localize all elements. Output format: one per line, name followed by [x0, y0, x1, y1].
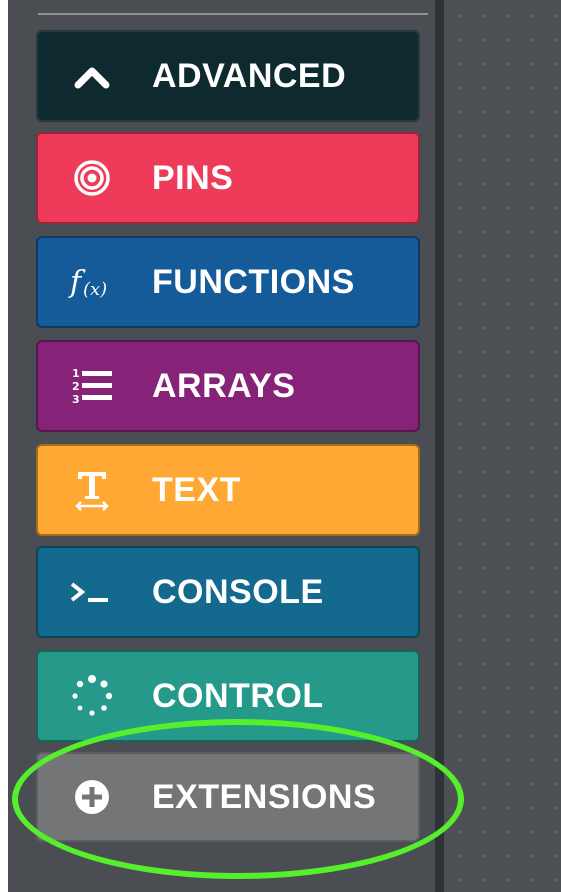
editor-frame: ADVANCED PINS f (x) FUNCTIONS 1 2 3 ARRA…: [0, 0, 561, 892]
svg-text:2: 2: [72, 380, 80, 393]
workspace-canvas[interactable]: [444, 0, 561, 892]
toolbox-divider: [38, 13, 428, 15]
category-label: TEXT: [152, 470, 241, 509]
chevron-up-icon: [68, 52, 116, 100]
target-icon: [68, 154, 116, 202]
category-label: ARRAYS: [152, 366, 296, 405]
spinner-icon: [68, 672, 116, 720]
category-label: FUNCTIONS: [152, 262, 355, 301]
category-arrays[interactable]: 1 2 3 ARRAYS: [36, 340, 420, 432]
category-label: ADVANCED: [152, 56, 347, 95]
category-control[interactable]: CONTROL: [36, 650, 420, 742]
category-extensions[interactable]: EXTENSIONS: [36, 752, 420, 842]
function-icon: f (x): [68, 258, 116, 306]
terminal-icon: [68, 568, 116, 616]
svg-text:(x): (x): [83, 279, 107, 300]
numbered-list-icon: 1 2 3: [68, 362, 116, 410]
category-pins[interactable]: PINS: [36, 132, 420, 224]
category-advanced[interactable]: ADVANCED: [36, 30, 420, 122]
svg-text:3: 3: [72, 393, 80, 406]
panel-separator[interactable]: [435, 0, 444, 892]
category-label: CONSOLE: [152, 572, 324, 611]
category-label: EXTENSIONS: [152, 777, 377, 816]
text-size-icon: [68, 466, 116, 514]
category-console[interactable]: CONSOLE: [36, 546, 420, 638]
svg-text:1: 1: [72, 367, 80, 380]
category-text[interactable]: TEXT: [36, 444, 420, 536]
category-label: PINS: [152, 158, 234, 197]
category-functions[interactable]: f (x) FUNCTIONS: [36, 236, 420, 328]
plus-circle-icon: [68, 773, 116, 821]
category-label: CONTROL: [152, 676, 324, 715]
